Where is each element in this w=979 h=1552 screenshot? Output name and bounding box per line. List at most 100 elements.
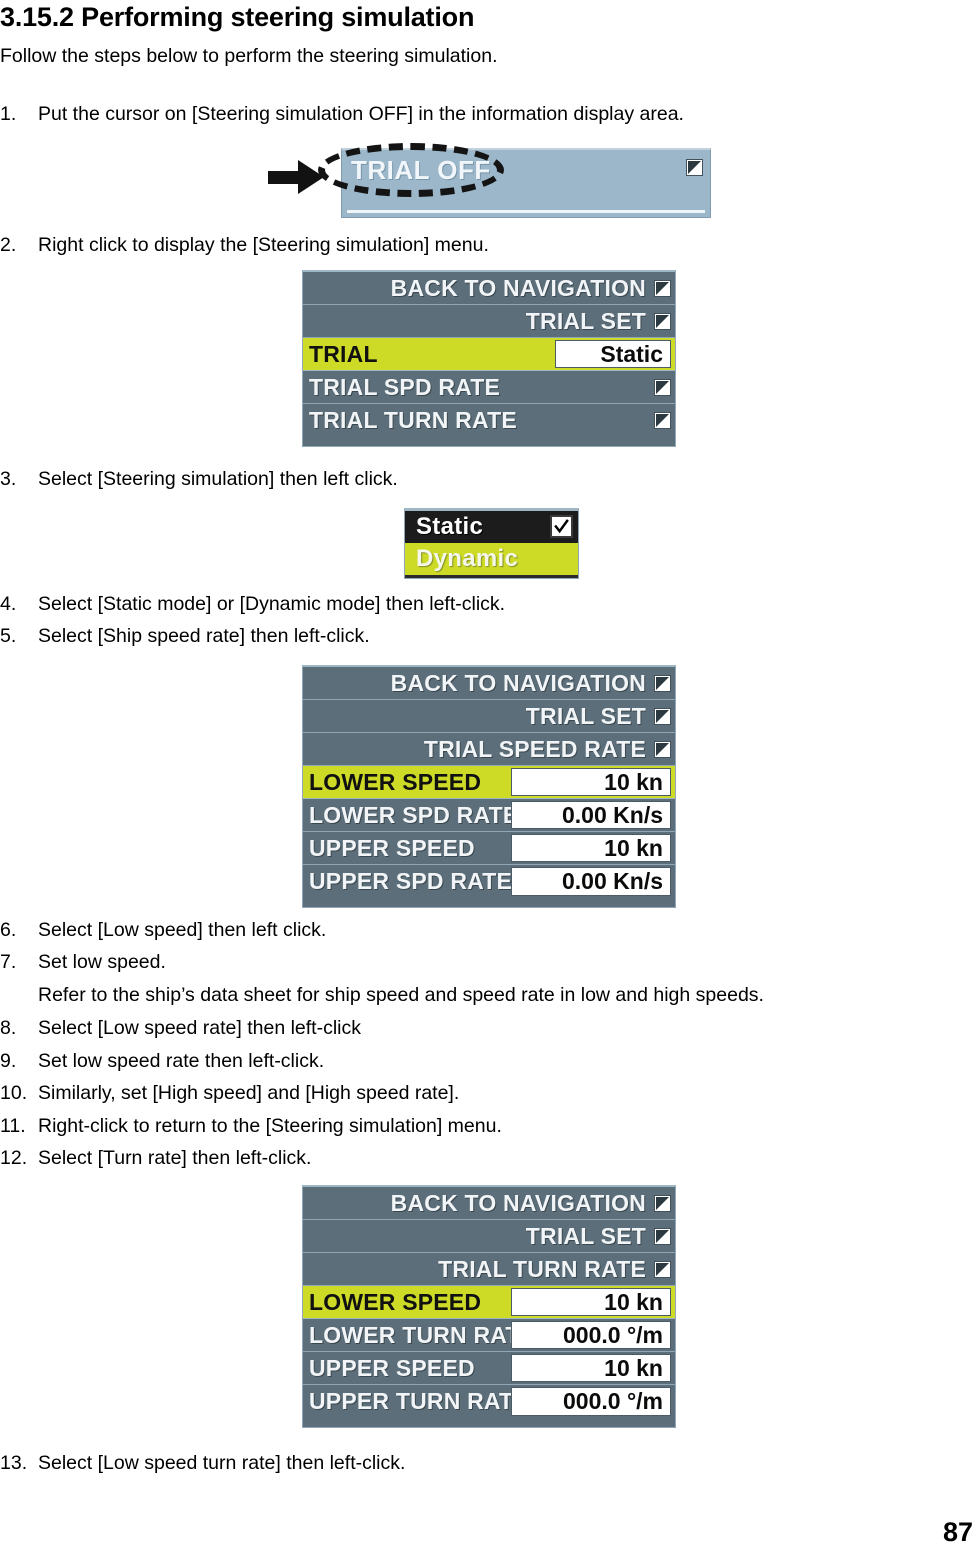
menu-item-trial-set[interactable]: TRIAL SET [303, 305, 675, 338]
callout-ellipse-highlight [318, 143, 504, 197]
menu-item-label: BACK TO NAVIGATION [390, 274, 646, 301]
menu-item-value[interactable]: 10 kn [511, 1288, 671, 1316]
menu-item-lower-speed[interactable]: LOWER SPEED 10 kn [303, 1286, 675, 1319]
submenu-fold-icon[interactable] [654, 1227, 671, 1245]
menu-item-value[interactable]: Static [555, 340, 671, 368]
step-text: Select [Low speed turn rate] then left-c… [38, 1452, 406, 1474]
menu-item-trial-set[interactable]: TRIAL SET [303, 1220, 675, 1253]
menu-item-label: LOWER SPD RATE [309, 801, 519, 828]
menu-item-trial-turn-rate[interactable]: TRIAL TURN RATE [303, 404, 675, 437]
menu-item-upper-speed[interactable]: UPPER SPEED 10 kn [303, 1352, 675, 1385]
step-item-5: 5. Select [Ship speed rate] then left-cl… [0, 625, 370, 648]
menu-item-value[interactable]: 000.0 °/m [511, 1321, 671, 1349]
step-text: Right-click to return to the [Steering s… [38, 1115, 502, 1137]
step-7-note: Refer to the ship’s data sheet for ship … [38, 984, 764, 1006]
menu-item-back-to-navigation[interactable]: BACK TO NAVIGATION [303, 272, 675, 305]
submenu-fold-icon[interactable] [686, 159, 703, 176]
menu-item-value[interactable]: 10 kn [511, 768, 671, 796]
menu-item-trial[interactable]: TRIAL Static [303, 338, 675, 371]
menu-item-trial-turn-rate[interactable]: TRIAL TURN RATE [303, 1253, 675, 1286]
option-label: Static [416, 513, 484, 540]
submenu-fold-icon[interactable] [654, 707, 671, 725]
step-item-10: 10. Similarly, set [High speed] and [Hig… [0, 1082, 459, 1105]
step-item-9: 9. Set low speed rate then left-click. [0, 1050, 324, 1073]
step-number: 8. [0, 1017, 17, 1039]
submenu-fold-icon[interactable] [654, 279, 671, 297]
menu-item-label: TRIAL SET [525, 307, 646, 334]
menu-item-value[interactable]: 10 kn [511, 834, 671, 862]
menu-item-trial-speed-rate[interactable]: TRIAL SPEED RATE [303, 733, 675, 766]
menu-item-label: LOWER SPEED [309, 768, 482, 795]
menu-item-value[interactable]: 0.00 Kn/s [511, 801, 671, 829]
static-dynamic-popup[interactable]: Static Dynamic [404, 508, 579, 579]
step-item-7: 7. Set low speed. [0, 951, 166, 974]
submenu-fold-icon[interactable] [654, 312, 671, 330]
step-text: Select [Turn rate] then left-click. [38, 1147, 312, 1169]
step-number: 12. [0, 1147, 28, 1169]
arrow-shaft [268, 171, 302, 184]
step-item-4: 4. Select [Static mode] or [Dynamic mode… [0, 593, 505, 616]
step-text: Select [Low speed] then left click. [38, 919, 327, 941]
submenu-fold-icon[interactable] [654, 1194, 671, 1212]
menu-item-upper-turn-rate[interactable]: UPPER TURN RATE 000.0 °/m [303, 1385, 675, 1418]
menu-item-upper-spd-rate[interactable]: UPPER SPD RATE 0.00 Kn/s [303, 865, 675, 898]
submenu-fold-icon[interactable] [653, 412, 671, 429]
step-text: Select [Low speed rate] then left-click [38, 1017, 361, 1039]
step-number: 1. [0, 103, 17, 125]
menu-item-lower-spd-rate[interactable]: LOWER SPD RATE 0.00 Kn/s [303, 799, 675, 832]
banner-underline [347, 210, 705, 213]
step-item-12: 12. Select [Turn rate] then left-click. [0, 1147, 311, 1170]
trial-speed-rate-menu[interactable]: BACK TO NAVIGATION TRIAL SET TRIAL SPEED… [302, 665, 676, 908]
step-text: Set low speed. [38, 951, 166, 973]
check-mark-icon[interactable] [550, 515, 573, 538]
step-item-13: 13. Select [Low speed turn rate] then le… [0, 1452, 405, 1475]
menu-item-label: LOWER TURN RATE [309, 1321, 536, 1348]
menu-item-label: TRIAL [309, 340, 378, 367]
step-text: Right click to display the [Steering sim… [38, 234, 489, 256]
submenu-fold-icon[interactable] [653, 378, 671, 396]
option-static[interactable]: Static [405, 511, 578, 543]
page-number: 87 [942, 1517, 973, 1547]
menu-item-upper-speed[interactable]: UPPER SPEED 10 kn [303, 832, 675, 865]
option-label: Dynamic [416, 545, 519, 572]
menu-item-label: BACK TO NAVIGATION [390, 669, 646, 696]
menu-item-back-to-navigation[interactable]: BACK TO NAVIGATION [303, 667, 675, 700]
step-number: 11. [0, 1115, 26, 1137]
submenu-fold-icon[interactable] [654, 1260, 671, 1278]
menu-item-label: BACK TO NAVIGATION [390, 1189, 646, 1216]
page-title: 3.15.2 Performing steering simulation [0, 2, 475, 32]
menu-item-label: TRIAL SET [525, 1222, 646, 1249]
step-item-3: 3. Select [Steering simulation] then lef… [0, 468, 398, 491]
menu-item-label: UPPER SPEED [309, 834, 475, 861]
menu-item-value[interactable]: 000.0 °/m [511, 1387, 671, 1416]
intro-paragraph: Follow the steps below to perform the st… [0, 45, 498, 67]
menu-item-back-to-navigation[interactable]: BACK TO NAVIGATION [303, 1187, 675, 1220]
menu-item-label: UPPER TURN RATE [309, 1388, 529, 1414]
menu-item-label: TRIAL SPEED RATE [423, 735, 646, 762]
menu-item-label: TRIAL TURN RATE [309, 407, 517, 433]
step-text: Select [Steering simulation] then left c… [38, 468, 398, 490]
menu-item-trial-set[interactable]: TRIAL SET [303, 700, 675, 733]
trial-menu[interactable]: BACK TO NAVIGATION TRIAL SET TRIAL Stati… [302, 270, 676, 447]
menu-item-label: LOWER SPEED [309, 1288, 482, 1315]
menu-item-label: TRIAL SET [525, 702, 646, 729]
menu-item-lower-turn-rate[interactable]: LOWER TURN RATE 000.0 °/m [303, 1319, 675, 1352]
step-item-11: 11. Right-click to return to the [Steeri… [0, 1115, 502, 1138]
step-number: 2. [0, 234, 17, 256]
menu-item-trial-spd-rate[interactable]: TRIAL SPD RATE [303, 371, 675, 404]
menu-item-label: TRIAL SPD RATE [309, 373, 501, 400]
step-number: 3. [0, 468, 17, 490]
submenu-fold-icon[interactable] [654, 674, 671, 692]
submenu-fold-icon[interactable] [654, 740, 671, 758]
step-text: Set low speed rate then left-click. [38, 1050, 325, 1072]
option-dynamic[interactable]: Dynamic [405, 543, 578, 575]
step-text: Put the cursor on [Steering simulation O… [38, 103, 684, 125]
trial-turn-rate-menu[interactable]: BACK TO NAVIGATION TRIAL SET TRIAL TURN … [302, 1185, 676, 1428]
step-item-6: 6. Select [Low speed] then left click. [0, 919, 326, 942]
menu-item-label: UPPER SPEED [309, 1354, 475, 1381]
menu-item-value[interactable]: 10 kn [511, 1354, 671, 1382]
menu-item-label: TRIAL TURN RATE [438, 1255, 646, 1282]
menu-item-value[interactable]: 0.00 Kn/s [511, 867, 671, 896]
step-number: 13. [0, 1452, 28, 1474]
menu-item-lower-speed[interactable]: LOWER SPEED 10 kn [303, 766, 675, 799]
